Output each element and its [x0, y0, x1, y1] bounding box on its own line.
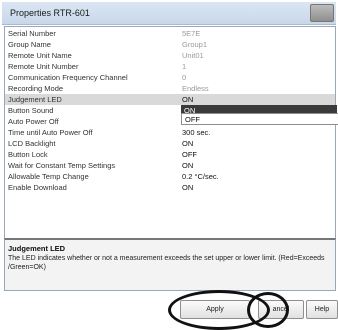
property-value[interactable]: ON [182, 161, 332, 170]
property-name: Allowable Temp Change [8, 172, 89, 181]
description-title: Judgement LED [8, 244, 66, 253]
window-title: Properties RTR-601 [10, 8, 90, 18]
description-panel: Judgement LED The LED indicates whether … [4, 238, 336, 291]
property-name: Wait for Constant Temp Settings [8, 161, 116, 170]
title-bar: Properties RTR-601 [2, 2, 336, 25]
property-name: Enable Download [8, 183, 67, 192]
property-name: Auto Power Off [8, 117, 59, 126]
property-value[interactable]: ON [182, 139, 332, 148]
property-name: Button Sound [8, 106, 54, 115]
property-value: Group1 [182, 40, 208, 49]
property-grid: Serial Number 5E7E Group Name Group1 Remote … [4, 26, 338, 242]
property-value: 1 [182, 62, 187, 71]
property-name: Remote Unit Number [8, 62, 79, 71]
property-row[interactable]: Button Lock OFF [5, 149, 335, 160]
property-row[interactable]: Remote Unit Number 1 [5, 61, 335, 72]
property-value[interactable]: OFF [182, 150, 332, 159]
property-name: Judgement LED [8, 95, 62, 104]
property-value: Endless [182, 84, 209, 93]
property-row[interactable]: Communication Frequency Channel 0 [5, 72, 335, 83]
properties-window: Properties RTR-601 Serial Number 5E7E Grou… [0, 0, 338, 330]
property-row[interactable]: Judgement LED ON [5, 94, 335, 105]
property-row[interactable]: Serial Number 5E7E [5, 28, 335, 39]
dropdown-option-label: OFF [185, 115, 200, 124]
property-row[interactable]: Time until Auto Power Off 300 sec. [5, 127, 335, 138]
close-button[interactable] [310, 4, 334, 22]
property-row[interactable]: Wait for Constant Temp Settings ON [5, 160, 335, 171]
property-row[interactable]: Remote Unit Name Unit01 [5, 50, 335, 61]
help-button[interactable]: Help [306, 300, 338, 319]
property-value[interactable]: 300 sec. [182, 128, 332, 137]
property-value: 0 [182, 73, 187, 82]
property-name: LCD Backlight [8, 139, 56, 148]
description-text: The LED indicates whether or not a measu… [8, 255, 325, 271]
property-name: Time until Auto Power Off [8, 128, 93, 137]
highlight-circle-small [247, 292, 289, 328]
property-row[interactable]: Recording Mode Endless [5, 83, 335, 94]
property-row[interactable]: Group Name Group1 [5, 39, 335, 50]
property-name: Serial Number [8, 29, 56, 38]
property-row[interactable]: LCD Backlight ON [5, 138, 335, 149]
property-value: 5E7E [182, 29, 201, 38]
dropdown-option-off[interactable]: OFF [181, 113, 338, 125]
property-row[interactable]: Allowable Temp Change 0.2 °C/sec. [5, 171, 335, 182]
property-name: Recording Mode [8, 84, 64, 93]
property-value[interactable]: ON [182, 183, 332, 192]
property-value: Unit01 [182, 51, 204, 60]
property-name: Remote Unit Name [8, 51, 72, 60]
property-value[interactable]: 0.2 °C/sec. [182, 172, 332, 181]
property-name: Group Name [8, 40, 51, 49]
property-name: Button Lock [8, 150, 48, 159]
property-value[interactable]: ON [182, 95, 332, 104]
property-name: Communication Frequency Channel [8, 73, 128, 82]
property-row[interactable]: Enable Download ON [5, 182, 335, 193]
